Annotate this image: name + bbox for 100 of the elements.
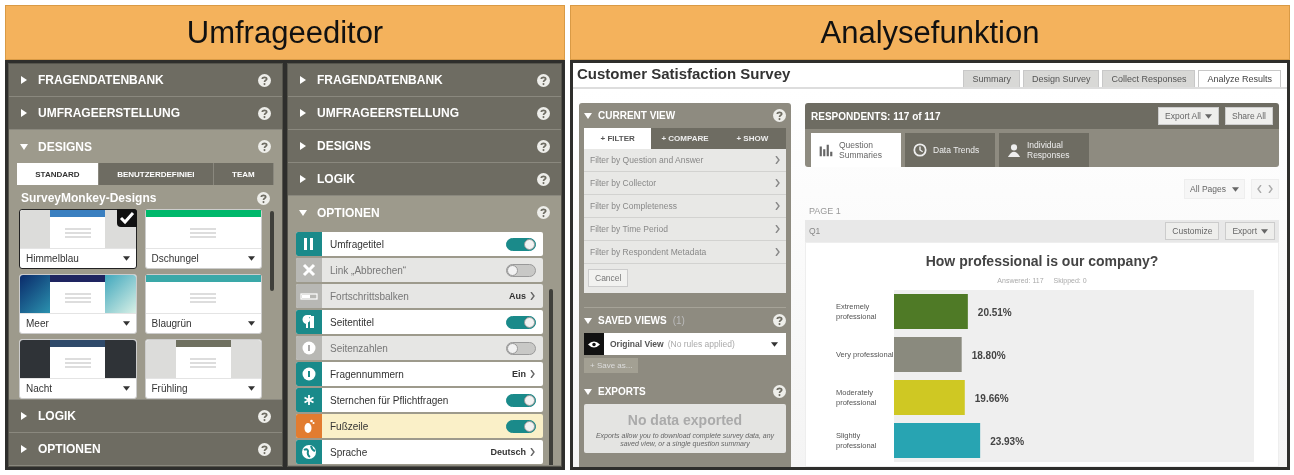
help-icon[interactable] xyxy=(257,191,270,205)
option-row[interactable]: Umfragetitel xyxy=(296,232,543,256)
filter-item[interactable]: Filter by Respondent Metadata xyxy=(584,241,786,264)
option-icon xyxy=(296,336,322,360)
chevron-icon xyxy=(775,156,780,164)
chevron-icon xyxy=(775,225,780,233)
empty-title: No data exported xyxy=(627,412,743,428)
toggle-switch[interactable] xyxy=(506,237,536,251)
chevron-icon xyxy=(775,179,780,187)
option-label: Seitentitel xyxy=(329,316,375,328)
theme-name: Nacht xyxy=(26,383,53,394)
caret-icon xyxy=(299,109,307,117)
view-tab[interactable]: Individual Responses xyxy=(999,133,1089,167)
scrollbar[interactable] xyxy=(549,289,553,465)
view-tab[interactable]: Data Trends xyxy=(905,133,995,167)
filter-item[interactable]: Filter by Time Period xyxy=(584,218,786,241)
option-row[interactable]: Seitentitel xyxy=(296,310,543,334)
help-icon[interactable] xyxy=(537,139,550,153)
help-icon[interactable] xyxy=(258,73,271,87)
option-icon xyxy=(296,388,322,412)
value-label: 20.51% xyxy=(977,307,1012,318)
help-icon[interactable] xyxy=(537,106,550,120)
help-icon[interactable] xyxy=(773,109,786,122)
help-icon[interactable] xyxy=(773,314,786,327)
value-label: 18.80% xyxy=(971,350,1006,361)
caret-icon xyxy=(299,175,307,183)
theme-card[interactable]: Frühling xyxy=(144,339,262,399)
chevron-icon xyxy=(530,448,535,456)
view-dropdown[interactable]: Original View (No rules applied) xyxy=(584,333,786,355)
theme-card[interactable]: Blaugrün xyxy=(144,274,262,334)
option-label: Umfragetitel xyxy=(329,238,385,250)
eye-icon xyxy=(588,340,600,348)
caret-icon xyxy=(122,321,130,326)
header-button[interactable]: Export All xyxy=(1158,107,1219,125)
option-row[interactable]: Fragennummern Ein xyxy=(296,362,543,386)
caret-icon xyxy=(20,142,28,151)
toggle-switch[interactable] xyxy=(506,419,536,433)
caret-icon xyxy=(248,386,255,391)
option-label: Link „Abbrechen“ xyxy=(329,264,408,276)
help-icon[interactable] xyxy=(773,385,786,398)
option-icon xyxy=(296,440,322,464)
help-icon[interactable] xyxy=(258,409,271,423)
option-row[interactable]: Fußzeile xyxy=(296,414,543,438)
bar-chart-icon xyxy=(819,143,833,157)
check-icon xyxy=(116,209,137,227)
toggle-switch[interactable] xyxy=(506,393,536,407)
survey-title: Customer Satisfaction Survey xyxy=(577,65,791,82)
option-label: Fußzeile xyxy=(329,420,370,432)
toggle-switch[interactable] xyxy=(506,315,536,329)
chevron-icon xyxy=(530,292,535,300)
theme-card[interactable]: Meer xyxy=(19,274,137,334)
theme-card[interactable]: Himmelblau xyxy=(19,209,137,269)
filter-item[interactable]: Filter by Completeness xyxy=(584,195,786,218)
help-icon[interactable] xyxy=(258,140,271,153)
help-icon[interactable] xyxy=(537,172,550,186)
question-title: How professional is our company? xyxy=(925,253,1159,269)
caret-icon xyxy=(20,412,28,420)
option-value: Deutsch xyxy=(490,447,526,457)
view-tab[interactable]: Question Summaries xyxy=(811,133,901,167)
caret-icon xyxy=(20,76,28,84)
accordion-header[interactable]: DESIGNS xyxy=(9,130,282,163)
survey-tab[interactable]: Design Survey xyxy=(1022,70,1100,87)
caret-icon xyxy=(20,109,28,117)
cancel-button[interactable]: Cancel xyxy=(588,269,629,287)
caret-icon xyxy=(122,256,130,261)
designs-tab[interactable]: STANDARD xyxy=(17,163,99,185)
filter-item[interactable]: Filter by Collector xyxy=(584,172,786,195)
option-row[interactable]: Sprache Deutsch xyxy=(296,440,543,464)
section-title: Umfrageeditor xyxy=(5,5,565,60)
respondents-count: RESPONDENTS: 117 of 117 xyxy=(811,110,942,122)
option-value: Ein xyxy=(512,369,526,379)
theme-card[interactable]: Nacht xyxy=(19,339,137,399)
accordion-header[interactable]: OPTIONEN xyxy=(288,196,561,229)
option-icon xyxy=(296,258,322,282)
survey-tab[interactable]: Collect Responses xyxy=(1102,70,1196,87)
section-heading: CURRENT VIEW xyxy=(598,110,677,121)
option-icon xyxy=(296,362,322,386)
option-row[interactable]: Sternchen für Pflichtfragen xyxy=(296,388,543,412)
help-icon[interactable] xyxy=(537,73,550,87)
theme-name: Frühling xyxy=(151,383,188,394)
caret-icon xyxy=(299,76,307,84)
pages-dropdown[interactable]: All Pages xyxy=(1184,179,1245,199)
survey-tab[interactable]: Analyze Results xyxy=(1198,70,1281,87)
option-icon xyxy=(296,284,322,308)
question-button[interactable]: Export xyxy=(1225,222,1275,240)
help-icon[interactable] xyxy=(537,206,550,219)
designs-heading: SurveyMonkey-Designs xyxy=(21,191,157,205)
caret-icon xyxy=(299,142,307,150)
page-label: PAGE 1 xyxy=(809,206,842,216)
scrollbar[interactable] xyxy=(270,211,274,291)
option-value: Aus xyxy=(509,291,526,301)
value-label: 23.93% xyxy=(990,436,1025,447)
theme-card[interactable]: Dschungel xyxy=(144,209,262,269)
question-button[interactable]: Customize xyxy=(1165,222,1220,240)
view-tab[interactable]: + FILTER xyxy=(584,128,652,149)
filter-item[interactable]: Filter by Question and Answer xyxy=(584,149,786,172)
header-button[interactable]: Share All xyxy=(1224,107,1273,125)
help-icon[interactable] xyxy=(258,106,271,120)
help-icon[interactable] xyxy=(258,442,271,456)
survey-tab[interactable]: Summary xyxy=(963,70,1020,87)
